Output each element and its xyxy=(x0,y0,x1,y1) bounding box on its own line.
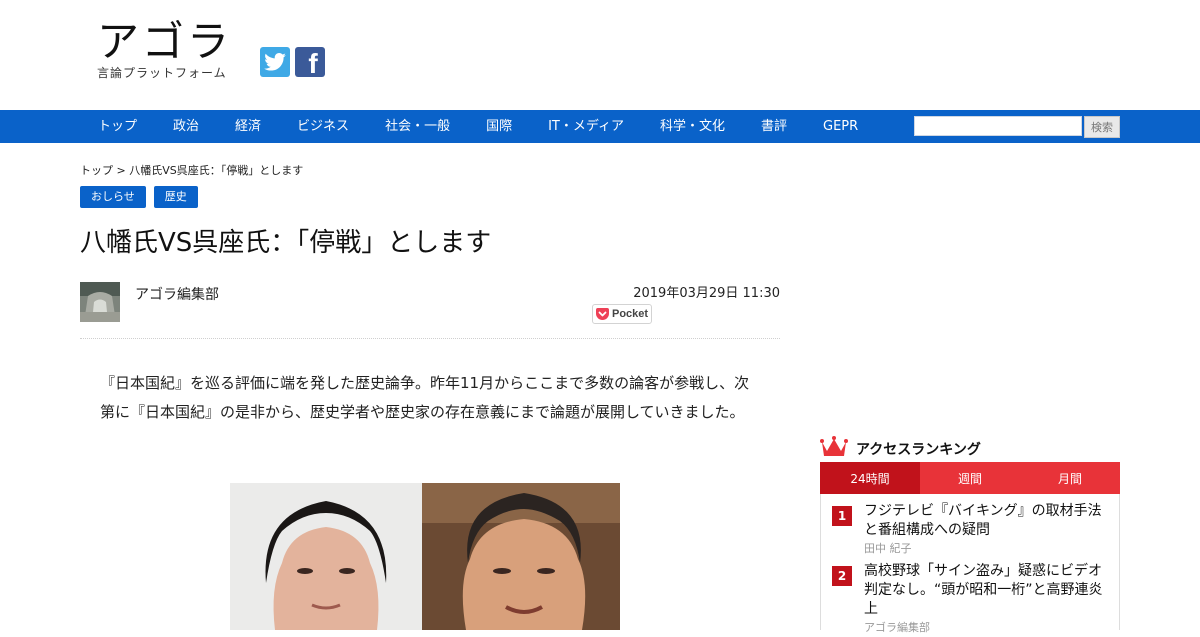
site-header: アゴラ 言論プラットフォーム f xyxy=(0,0,1200,110)
ranking-item-title[interactable]: フジテレビ『バイキング』の取材手法と番組構成への疑問 xyxy=(864,503,1102,538)
meta-divider xyxy=(80,338,780,339)
pocket-label: Pocket xyxy=(612,308,649,320)
facebook-icon[interactable]: f xyxy=(295,47,325,79)
ranking-tab-weekly[interactable]: 週間 xyxy=(920,462,1020,494)
article-lead: 『日本国紀』を巡る評価に端を発した歴史論争。昨年11月からここまで多数の論客が参… xyxy=(100,374,750,421)
tag-notice[interactable]: おしらせ xyxy=(80,186,146,208)
twitter-icon[interactable] xyxy=(260,47,290,77)
nav-item-society[interactable]: 社会・一般 xyxy=(367,110,468,143)
ranking-title: アクセスランキング xyxy=(856,442,981,458)
article-photo xyxy=(230,483,620,630)
ranking-tab-24h[interactable]: 24時間 xyxy=(820,462,920,494)
tag-history[interactable]: 歴史 xyxy=(153,186,198,208)
nav-item-it-media[interactable]: IT・メディア xyxy=(530,110,642,143)
nav-item-international[interactable]: 国際 xyxy=(468,110,530,143)
ranking-list: 1 フジテレビ『バイキング』の取材手法と番組構成への疑問 田中 紀子 2 高校野… xyxy=(820,494,1120,634)
ranking-tabs: 24時間 週間 月間 xyxy=(820,462,1120,494)
search-input[interactable] xyxy=(914,116,1082,136)
social-links: f xyxy=(260,47,325,79)
nav-item-economy[interactable]: 経済 xyxy=(217,110,279,143)
ranking-tab-monthly[interactable]: 月間 xyxy=(1020,462,1120,494)
ranking-item-author: 田中 紀子 xyxy=(864,542,912,555)
category-tags: おしらせ 歴史 xyxy=(80,186,198,208)
ranking-item-author: アゴラ編集部 xyxy=(864,621,930,634)
rank-number: 2 xyxy=(832,566,852,586)
pocket-icon xyxy=(596,308,609,320)
breadcrumb[interactable]: トップ > 八幡氏VS呉座氏：「停戦」とします xyxy=(80,162,303,178)
crown-icon xyxy=(820,436,848,462)
logo-tagline: 言論プラットフォーム xyxy=(97,66,227,80)
logo-text: アゴラ xyxy=(97,17,233,66)
nav-item-politics[interactable]: 政治 xyxy=(155,110,217,143)
nav-item-business[interactable]: ビジネス xyxy=(279,110,367,143)
nav-list: トップ 政治 経済 ビジネス 社会・一般 国際 IT・メディア 科学・文化 書評… xyxy=(80,110,876,143)
ranking-item-body: フジテレビ『バイキング』の取材手法と番組構成への疑問 田中 紀子 xyxy=(864,502,1109,558)
nav-item-book-review[interactable]: 書評 xyxy=(743,110,805,143)
ranking-header: アクセスランキング xyxy=(820,436,981,462)
nav-item-gepr[interactable]: GEPR xyxy=(805,110,876,143)
nav-item-top[interactable]: トップ xyxy=(80,110,155,143)
ranking-item-title[interactable]: 高校野球「サイン盗み」疑惑にビデオ判定なし。“頭が昭和一桁”と高野連炎上 xyxy=(864,563,1103,617)
rank-number: 1 xyxy=(832,506,852,526)
publish-date: 2019年03月29日 11:30 xyxy=(633,286,780,301)
ranking-item-body: 高校野球「サイン盗み」疑惑にビデオ判定なし。“頭が昭和一桁”と高野連炎上 アゴラ… xyxy=(864,562,1109,637)
article-title: 八幡氏VS呉座氏：「停戦」とします xyxy=(80,228,492,258)
search-button[interactable]: 検索 xyxy=(1084,116,1120,138)
author-avatar[interactable] xyxy=(80,282,120,322)
pocket-button[interactable]: Pocket xyxy=(592,304,652,324)
facebook-glyph: f xyxy=(308,48,318,79)
nav-item-science-culture[interactable]: 科学・文化 xyxy=(642,110,743,143)
site-logo[interactable]: アゴラ 言論プラットフォーム xyxy=(97,18,232,81)
author-name[interactable]: アゴラ編集部 xyxy=(135,284,219,304)
